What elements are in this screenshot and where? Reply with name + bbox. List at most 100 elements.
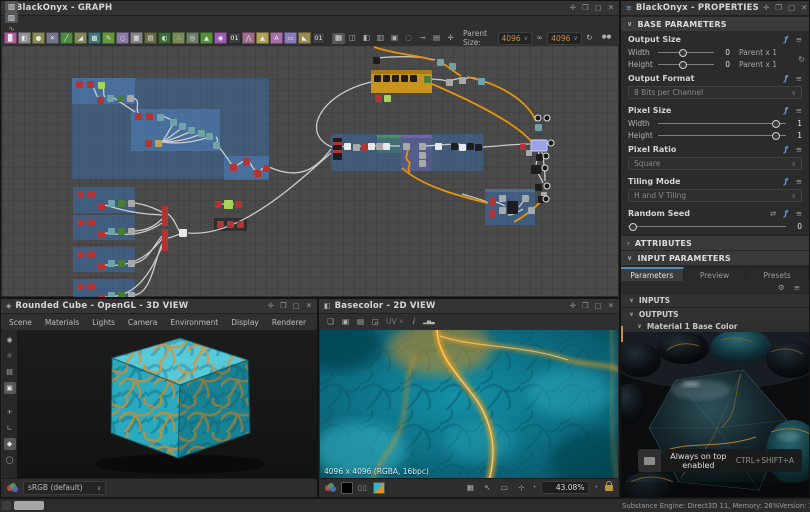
blend-node-icon[interactable]: ◧ — [18, 32, 31, 44]
menu-scene[interactable]: Scene — [9, 318, 32, 327]
view3d-canvas[interactable] — [17, 330, 316, 478]
bake-node-icon[interactable]: ◣ — [298, 32, 311, 44]
center-view-icon[interactable]: ⊹ — [515, 482, 528, 493]
section-base-parameters[interactable]: ∨ BASE PARAMETERS — [621, 16, 809, 31]
floor-icon[interactable]: ▤ — [4, 366, 16, 378]
output-material-basecolor[interactable]: ∨ Material 1 Base Color — [621, 321, 809, 332]
geometry-sphere-icon[interactable]: ◯ — [4, 454, 16, 466]
parent-size-width-select[interactable]: 4096∨ — [498, 32, 533, 45]
menu-camera[interactable]: Camera — [128, 318, 157, 327]
section-inputs[interactable]: ∨ INPUTS — [621, 293, 809, 307]
color-profile-icon[interactable] — [325, 483, 336, 492]
channels-icon[interactable]: ▯▯ — [358, 484, 368, 492]
tab-preview[interactable]: Preview — [684, 267, 747, 281]
size-link-icon[interactable]: ∞ — [535, 33, 544, 44]
menu-materials[interactable]: Materials — [45, 318, 79, 327]
channel-shuffle-node-icon[interactable]: ✕ — [46, 32, 59, 44]
curve-01-node-icon[interactable]: 01 — [312, 32, 325, 44]
output-height-value[interactable]: 0 — [720, 60, 730, 69]
pixel-processor-node-icon[interactable]: ▲ — [256, 32, 269, 44]
tab-parameters[interactable]: Parameters — [621, 267, 684, 281]
maximize-icon[interactable]: ▢ — [595, 302, 602, 310]
zoom-out-dot[interactable]: • — [533, 484, 537, 491]
tiling-mode-select[interactable]: H and V Tiling ∨ — [628, 189, 802, 202]
function-icon[interactable]: ƒ — [784, 74, 787, 83]
pin-icon[interactable]: ✛ — [763, 4, 769, 12]
geometry-cube-icon[interactable]: ◆ — [4, 438, 16, 450]
gizmo-axis-icon[interactable]: ∟ — [4, 422, 16, 434]
section-outputs[interactable]: ∨ OUTPUTS — [621, 307, 809, 321]
output-format-select[interactable]: 8 Bits per Channel ∨ — [628, 86, 802, 99]
properties-titlebar[interactable]: ≡ BlackOnyx - PROPERTIES ✛ ❐ ▢ ✕ — [621, 1, 809, 16]
close-icon[interactable]: ✕ — [608, 4, 614, 12]
export-image-icon[interactable]: ❏ — [324, 317, 337, 328]
directional-blur-node-icon[interactable]: ◢ — [74, 32, 87, 44]
information-icon[interactable]: i — [407, 317, 420, 328]
parent-size-height-select[interactable]: 4096∨ — [547, 32, 582, 45]
close-icon[interactable]: ✕ — [801, 4, 807, 12]
function-icon[interactable]: ƒ — [784, 106, 787, 115]
function-icon[interactable]: ƒ — [784, 209, 787, 218]
random-seed-slider[interactable] — [628, 222, 786, 230]
size-sync-icon[interactable]: ↻ — [798, 55, 805, 64]
view2d-titlebar[interactable]: ◧ Basecolor - 2D VIEW ✛ ❐ ▢ ✕ — [319, 299, 619, 314]
shuffle-icon[interactable]: ⇄ — [770, 209, 776, 218]
output-height-mode[interactable]: Parent x 1 — [739, 60, 777, 69]
random-seed-value[interactable]: 0 — [792, 222, 802, 231]
node-view-compact-icon[interactable]: ▧ — [5, 1, 18, 12]
save-image-icon[interactable]: ▣ — [339, 317, 352, 328]
graph-canvas[interactable] — [2, 46, 618, 296]
status-widget[interactable] — [14, 501, 44, 510]
frame-icon[interactable]: ▤ — [430, 33, 443, 44]
send-to-icon[interactable]: ◲ — [369, 317, 382, 328]
filter-display-2-icon[interactable]: ◫ — [346, 33, 359, 44]
node-view-full-icon[interactable]: ▨ — [5, 12, 18, 23]
light-icon[interactable]: ☼ — [4, 350, 16, 362]
preset-menu-icon[interactable]: ≡ — [796, 145, 802, 154]
zoom-level-field[interactable]: 43.08% — [541, 481, 589, 494]
gear-icon[interactable]: ⚙ — [778, 283, 785, 292]
size-reset-icon[interactable]: ↻ — [585, 33, 594, 44]
function-icon[interactable]: ƒ — [784, 145, 787, 154]
lock-icon[interactable] — [605, 485, 613, 491]
status-corner-icon[interactable] — [2, 501, 11, 510]
dot-node-icon[interactable]: ⊸ — [416, 33, 429, 44]
menu-lights[interactable]: Lights — [92, 318, 115, 327]
uv-overlay-select[interactable]: UV ∨ — [384, 317, 405, 328]
output-width-slider[interactable] — [658, 48, 714, 56]
preset-menu-icon[interactable]: ≡ — [796, 177, 802, 186]
function-icon[interactable]: ƒ — [784, 177, 787, 186]
list-menu-icon[interactable]: ≡ — [794, 283, 800, 292]
pixel-ratio-select[interactable]: Square ∨ — [628, 157, 802, 170]
float-icon[interactable]: ❐ — [582, 4, 589, 12]
hsl-node-icon[interactable]: ▤ — [144, 32, 157, 44]
zoom-in-dot[interactable]: • — [594, 484, 598, 491]
close-icon[interactable]: ✕ — [608, 302, 614, 310]
filter-display-4-icon[interactable]: ▥ — [374, 33, 387, 44]
float-icon[interactable]: ❐ — [775, 4, 782, 12]
transform-node-icon[interactable]: ▲ — [200, 32, 213, 44]
gradient-node-icon[interactable]: ✎ — [102, 32, 115, 44]
tab-presets[interactable]: Presets — [746, 267, 809, 281]
color-wheel-node-icon[interactable]: ◉ — [214, 32, 227, 44]
properties-scrollbar[interactable] — [621, 326, 623, 342]
fit-view-icon[interactable]: ↖ — [481, 482, 494, 493]
menu-environment[interactable]: Environment — [170, 318, 218, 327]
graph-frames[interactable] — [72, 70, 535, 298]
pixel-width-value[interactable]: 1 — [792, 119, 802, 128]
output-height-slider[interactable] — [658, 60, 714, 68]
output-preview-image[interactable] — [621, 332, 809, 498]
maximize-icon[interactable]: ▢ — [788, 4, 795, 12]
menu-renderer[interactable]: Renderer — [272, 318, 306, 327]
uniform-color-node-icon[interactable]: ▉ — [4, 32, 17, 44]
background-swatch[interactable] — [341, 482, 353, 494]
menu-display[interactable]: Display — [231, 318, 259, 327]
view2d-canvas[interactable]: 4096 x 4096 (RGBA, 16bpc) — [320, 330, 618, 478]
distance-node-icon[interactable]: ▩ — [88, 32, 101, 44]
svg-node-icon[interactable]: ▭ — [284, 32, 297, 44]
value-processor-node-icon[interactable]: 01 — [228, 32, 241, 44]
pin-icon[interactable]: ✛ — [570, 4, 576, 12]
frame-view-icon[interactable]: ▭ — [498, 482, 511, 493]
output-width-mode[interactable]: Parent x 1 — [739, 48, 777, 57]
float-icon[interactable]: ❐ — [280, 302, 287, 310]
